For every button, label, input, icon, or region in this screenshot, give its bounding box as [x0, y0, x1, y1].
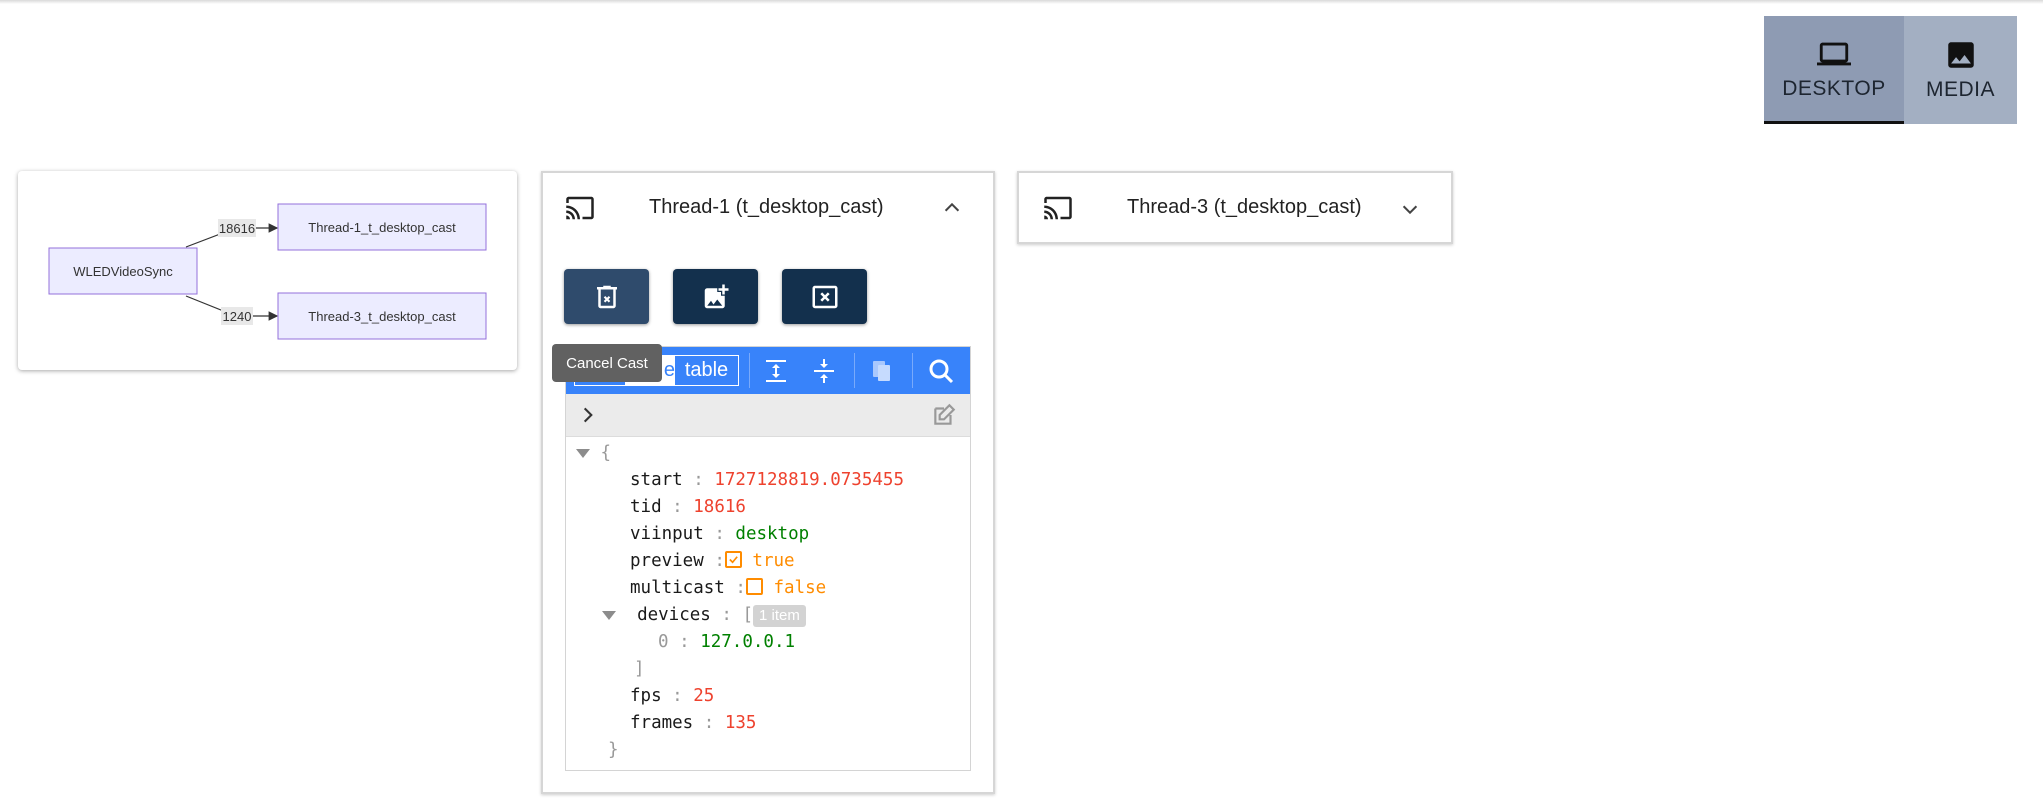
field-viinput[interactable]: viinput : desktop	[630, 521, 809, 548]
thread-1-actions	[564, 269, 867, 324]
field-multicast[interactable]: multicast : false	[630, 575, 826, 602]
collapse-all-button[interactable]	[808, 355, 840, 387]
chevron-right-icon[interactable]	[578, 405, 598, 425]
thread-3-title: Thread-3 (t_desktop_cast)	[1127, 196, 1362, 218]
devices-close: ]	[634, 659, 645, 679]
thread-1-panel-header[interactable]: Thread-1 (t_desktop_cast)	[543, 173, 993, 243]
thread-graph: WLEDVideoSync 18616 1240 Thread-1_t_desk…	[48, 203, 487, 340]
checked-checkbox-icon[interactable]	[724, 550, 742, 568]
laptop-icon	[1817, 42, 1851, 65]
editor-mode-table[interactable]: table	[675, 356, 738, 385]
graph-node-thread-1-label: Thread-1_t_desktop_cast	[308, 220, 456, 235]
field-start[interactable]: start : 1727128819.0735455	[630, 467, 904, 494]
cast-icon	[566, 196, 594, 220]
edit-icon[interactable]	[931, 402, 957, 428]
media-mode-button[interactable]: MEDIA	[1904, 16, 2017, 124]
thread-1-title: Thread-1 (t_desktop_cast)	[649, 196, 884, 218]
field-devices[interactable]: devices : [1 item	[602, 602, 806, 629]
desktop-mode-label: DESKTOP	[1782, 76, 1886, 100]
thread-1-panel: Thread-1 (t_desktop_cast) e table {star…	[541, 171, 995, 794]
cancel-cast-button[interactable]	[564, 269, 649, 324]
graph-node-source-label: WLEDVideoSync	[73, 264, 173, 279]
desktop-mode-button[interactable]: DESKTOP	[1764, 16, 1904, 124]
field-preview[interactable]: preview : true	[630, 548, 795, 575]
chevron-down-icon[interactable]	[1399, 198, 1421, 220]
root-row[interactable]: {	[576, 440, 611, 467]
media-mode-label: MEDIA	[1925, 78, 1995, 101]
collapse-triangle-icon[interactable]	[602, 610, 616, 620]
graph-edge-label-1: 18616	[219, 221, 255, 236]
cancel-cast-tooltip: Cancel Cast	[552, 344, 662, 382]
chevron-up-icon[interactable]	[941, 197, 963, 219]
add-image-button[interactable]	[673, 269, 758, 324]
collapse-triangle-icon[interactable]	[576, 448, 590, 458]
close-window-button[interactable]	[782, 269, 867, 324]
expand-all-icon	[766, 360, 786, 382]
devices-item-0[interactable]: 0 : 127.0.0.1	[658, 629, 795, 656]
add-image-icon	[704, 284, 728, 308]
thread-graph-card: WLEDVideoSync 18616 1240 Thread-1_t_desk…	[18, 171, 517, 370]
copy-button[interactable]	[866, 355, 898, 387]
close-box-icon	[812, 285, 837, 308]
thread-3-panel: Thread-3 (t_desktop_cast)	[1017, 171, 1453, 244]
json-editor-navbar	[566, 394, 970, 437]
expand-all-button[interactable]	[760, 355, 792, 387]
unchecked-checkbox-icon[interactable]	[745, 577, 763, 595]
image-icon	[1947, 42, 1974, 68]
json-editor: e table { start : 1727128819.0735455 tid…	[565, 346, 971, 771]
search-icon	[929, 359, 954, 384]
collapse-all-icon	[814, 359, 834, 383]
field-fps[interactable]: fps : 25	[630, 683, 714, 710]
search-button[interactable]	[925, 355, 957, 387]
root-close: }	[608, 740, 619, 760]
copy-icon	[873, 361, 890, 381]
top-shadow	[0, 0, 2043, 4]
item-count-badge: 1 item	[753, 605, 806, 627]
delete-x-icon	[596, 285, 617, 308]
field-tid[interactable]: tid : 18616	[630, 494, 746, 521]
field-frames[interactable]: frames : 135	[630, 710, 756, 737]
thread-3-panel-header[interactable]: Thread-3 (t_desktop_cast)	[1019, 173, 1451, 243]
graph-node-thread-3-label: Thread-3_t_desktop_cast	[308, 309, 456, 324]
graph-edge-label-2: 1240	[223, 309, 252, 324]
cast-icon	[1044, 196, 1072, 220]
cast-mode-toggle: DESKTOP MEDIA	[1764, 16, 2017, 124]
